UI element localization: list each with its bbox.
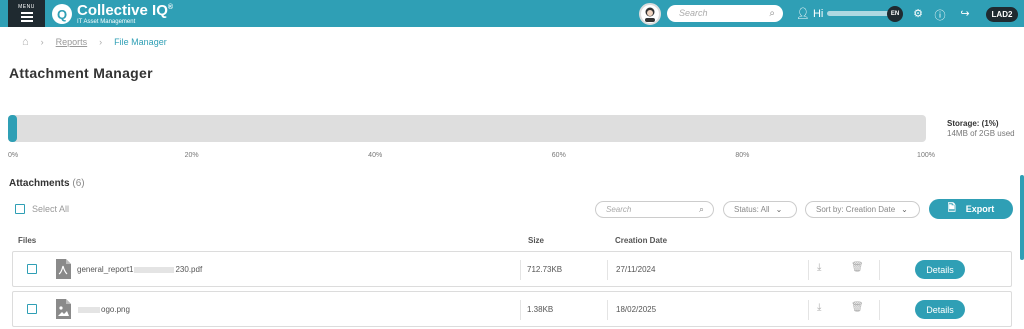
divider	[607, 300, 608, 320]
file-name-end: ogo.png	[101, 305, 130, 314]
storage-usage: 14MB of 2GB used	[947, 129, 1015, 138]
row-checkbox[interactable]	[27, 304, 37, 314]
chevron-right-icon: ›	[40, 37, 44, 47]
select-all[interactable]: Select All	[15, 204, 69, 214]
storage-tick-label: 60%	[551, 152, 566, 159]
divider	[520, 300, 521, 320]
search-icon[interactable]: ⌕	[769, 8, 775, 19]
hamburger-icon	[20, 10, 33, 24]
storage-info: Storage: (1%) 14MB of 2GB used	[947, 119, 1015, 139]
breadcrumb-reports[interactable]: Reports	[56, 37, 88, 47]
file-creation-date: 27/11/2024	[616, 265, 656, 274]
row-checkbox[interactable]	[27, 264, 37, 274]
chevron-right-icon: ›	[99, 37, 103, 47]
select-all-checkbox[interactable]	[15, 204, 25, 214]
redacted-text	[134, 266, 175, 273]
details-button[interactable]: Details	[915, 300, 965, 319]
user-menu[interactable]: 👤︎ Hi	[796, 7, 898, 20]
user-greeting: Hi	[812, 7, 824, 20]
file-name[interactable]: ogo.png	[77, 305, 130, 314]
home-icon[interactable]: ⌂	[22, 36, 29, 48]
chevron-down-icon: ⌄	[901, 205, 908, 214]
download-icon[interactable]: ⤓	[817, 302, 821, 313]
chevron-down-icon: ⌄	[775, 205, 783, 214]
file-name-end: 230.pdf	[175, 265, 203, 274]
pdf-file-icon	[56, 259, 71, 279]
storage-tick-label: 20%	[184, 152, 199, 159]
sort-dropdown[interactable]: Sort by: Creation Date ⌄	[805, 201, 920, 218]
file-name[interactable]: general_report1 230.pdf	[77, 265, 202, 274]
attachments-count: (6)	[72, 178, 85, 189]
global-search-input[interactable]: Search ⌕	[667, 5, 783, 22]
environment-badge[interactable]: LAD2	[986, 7, 1018, 22]
column-header-files: Files	[18, 236, 37, 245]
table-row: ogo.png 1.38KB 18/02/2025 ⤓ 🗑︎ Details	[12, 291, 1012, 327]
table-row: general_report1 230.pdf 712.73KB 27/11/20…	[12, 251, 1012, 287]
image-file-icon	[56, 299, 71, 319]
breadcrumb: ⌂ › Reports › File Manager	[22, 36, 167, 48]
avatar-icon	[645, 7, 655, 22]
storage-tick-label: 100%	[917, 152, 935, 159]
storage-progress-bar	[8, 115, 926, 142]
logout-icon[interactable]: ↪	[958, 7, 972, 20]
logo-registered: ®	[167, 4, 174, 11]
details-button[interactable]: Details	[915, 260, 965, 279]
delete-icon[interactable]: 🗑︎	[851, 262, 864, 273]
logo-subtitle: IT Asset Management	[77, 19, 136, 25]
attachments-search-placeholder: Search	[606, 205, 632, 214]
divider	[808, 300, 809, 320]
scrollbar-thumb[interactable]	[1020, 175, 1024, 260]
storage-tick-label: 0%	[8, 152, 19, 159]
sort-value: Sort by: Creation Date	[816, 205, 896, 214]
language-selector[interactable]: EN	[887, 6, 903, 22]
attachments-title: Attachments	[9, 178, 70, 189]
column-header-creation-date: Creation Date	[615, 236, 668, 245]
file-creation-date: 18/02/2025	[616, 305, 657, 314]
export-button[interactable]: 🗎︎ Export	[929, 199, 1013, 219]
delete-icon[interactable]: 🗑︎	[851, 302, 864, 313]
storage-label: Storage: (1%)	[947, 119, 999, 128]
attachments-heading: Attachments (6)	[9, 178, 85, 189]
export-icon: 🗎︎	[947, 202, 956, 214]
file-name-start: general_report1	[77, 265, 134, 274]
app-logo[interactable]: Q Collective IQ® IT Asset Management	[52, 2, 173, 26]
storage-progress-fill	[8, 115, 18, 142]
search-icon[interactable]: ⌕	[699, 204, 704, 215]
divider	[879, 300, 880, 320]
divider	[879, 260, 880, 280]
storage-tick-label: 40%	[368, 152, 383, 159]
settings-gear-icon[interactable]: ⚙	[911, 7, 925, 20]
attachments-search-input[interactable]: Search ⌕	[595, 201, 714, 218]
status-filter-dropdown[interactable]: Status: All ⌄	[723, 201, 797, 218]
logo-title: Collective IQ	[77, 2, 168, 19]
download-icon[interactable]: ⤓	[817, 262, 821, 273]
breadcrumb-file-manager: File Manager	[114, 37, 167, 47]
divider	[607, 260, 608, 280]
export-label: Export	[965, 204, 995, 214]
column-header-size: Size	[528, 236, 545, 245]
select-all-label: Select All	[32, 204, 70, 214]
file-size: 1.38KB	[527, 305, 554, 314]
page-title: Attachment Manager	[9, 65, 153, 81]
logo-mark-icon: Q	[52, 4, 72, 24]
user-icon: 👤︎	[796, 8, 810, 20]
file-size: 712.73KB	[527, 265, 563, 274]
top-bar: MENU Q Collective IQ® IT Asset Managemen…	[0, 0, 1024, 27]
status-filter-value: Status: All	[734, 205, 770, 214]
storage-axis: 0% 20% 40% 60% 80% 100%	[8, 152, 935, 162]
redacted-text	[78, 306, 100, 313]
storage-tick-label: 80%	[735, 152, 750, 159]
menu-button[interactable]: MENU	[8, 0, 45, 27]
divider	[808, 260, 809, 280]
divider	[520, 260, 521, 280]
user-avatar[interactable]	[639, 3, 661, 25]
global-search-placeholder: Search	[679, 8, 708, 18]
info-icon[interactable]: ⓘ	[933, 7, 947, 23]
